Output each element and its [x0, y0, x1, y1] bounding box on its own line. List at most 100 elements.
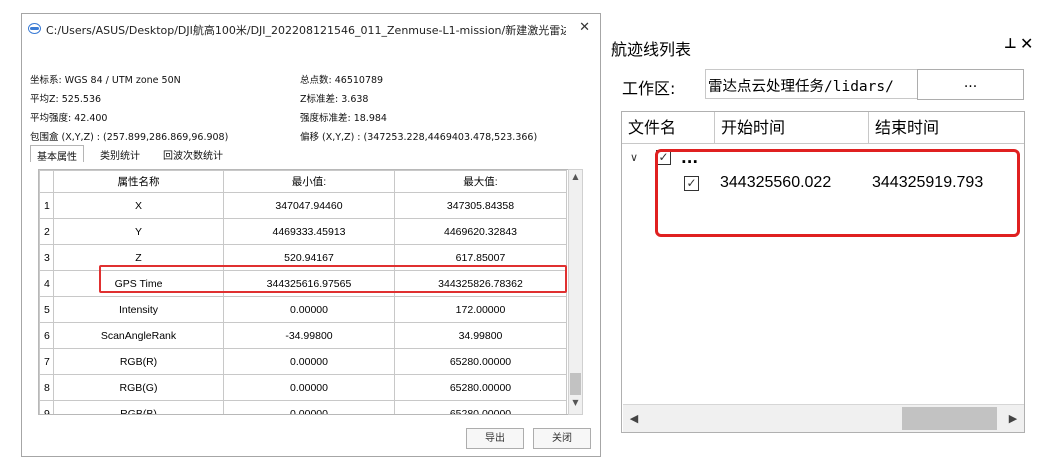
avg-intensity-info: 平均强度: 42.400 [30, 110, 107, 124]
tree-horizontal-scrollbar[interactable]: ◀ ▶ [623, 404, 1024, 432]
avg-z-info: 平均Z: 525.536 [30, 91, 101, 105]
total-points-label: 总点数: [300, 75, 332, 86]
tree-header: 文件名 开始时间 结束时间 [622, 112, 1024, 144]
row-index: 6 [39, 322, 54, 349]
attribute-name-cell: RGB(G) [53, 374, 224, 401]
point-cloud-info-dialog: C:/Users/ASUS/Desktop/DJI航高100米/DJI_2022… [21, 13, 601, 457]
tab-return-statistics[interactable]: 回波次数统计 [157, 145, 229, 162]
min-value-cell: 0.00000 [223, 348, 395, 375]
max-value-cell: 34.99800 [394, 322, 567, 349]
avg-intensity-label: 平均强度: [30, 113, 72, 124]
start-time-value: 344325560.022 [720, 174, 832, 191]
track-list-tree: 文件名 开始时间 结束时间 ∨ ✓ ... ✓ 344325560.022 34… [621, 111, 1025, 433]
attribute-name-cell: Intensity [53, 296, 224, 323]
max-value-cell: 4469620.32843 [394, 218, 567, 245]
table-row[interactable]: 2 Y 4469333.45913 4469620.32843 [39, 218, 567, 245]
crs-label: 坐标系: [30, 75, 62, 86]
attribute-name-cell: GPS Time [53, 270, 224, 297]
column-header-start-time[interactable]: 开始时间 [714, 112, 868, 143]
column-header-end-time[interactable]: 结束时间 [868, 112, 1024, 143]
table-row[interactable]: 5 Intensity 0.00000 172.00000 [39, 296, 567, 323]
scroll-thumb[interactable] [570, 373, 581, 395]
scroll-up-icon[interactable]: ▲ [569, 172, 582, 186]
bbox-value: (257.899,286.869,96.908) [103, 132, 229, 143]
browse-button[interactable]: ... [917, 69, 1024, 100]
offset-value: (347253.228,4469403.478,523.366) [363, 132, 538, 143]
offset-label: 偏移 (X,Y,Z) : [300, 132, 361, 143]
table-row[interactable]: 6 ScanAngleRank -34.99800 34.99800 [39, 322, 567, 349]
table-header-row: 属性名称 最小值: 最大值: [39, 170, 567, 193]
intensity-std-value: 18.984 [353, 113, 387, 124]
tab-basic-properties[interactable]: 基本属性 [30, 145, 84, 163]
intensity-std-info: 强度标准差: 18.984 [300, 110, 387, 124]
min-value-cell: -34.99800 [223, 322, 395, 349]
column-header-max[interactable]: 最大值: [394, 170, 567, 193]
avg-z-value: 525.536 [61, 94, 102, 105]
row-index: 7 [39, 348, 54, 375]
avg-z-label: 平均Z: [30, 94, 59, 105]
dialog-close-icon[interactable]: ✕ [579, 20, 590, 35]
crs-value: WGS 84 / UTM zone 50N [64, 75, 181, 86]
row-index: 4 [39, 270, 54, 297]
total-points-info: 总点数: 46510789 [300, 72, 383, 86]
export-button[interactable]: 导出 [466, 428, 524, 449]
table-row[interactable]: 9 RGB(B) 0.00000 65280.00000 [39, 400, 567, 414]
attribute-name-cell: X [53, 192, 224, 219]
app-icon [28, 23, 41, 34]
table-row[interactable]: 3 Z 520.94167 617.85007 [39, 244, 567, 271]
workspace-path-input[interactable]: 雷达点云处理任务/lidars/ [705, 69, 918, 99]
min-value-cell: 347047.94460 [223, 192, 395, 219]
parent-node-label[interactable]: ... [681, 149, 698, 167]
max-value-cell: 65280.00000 [394, 348, 567, 375]
pin-icon[interactable]: ⊥ [1004, 36, 1017, 52]
avg-intensity-value: 42.400 [74, 113, 108, 124]
max-value-cell: 344325826.78362 [394, 270, 567, 297]
max-value-cell: 172.00000 [394, 296, 567, 323]
z-std-value: 3.638 [341, 94, 369, 105]
column-header-min[interactable]: 最小值: [223, 170, 395, 193]
property-table: 属性名称 最小值: 最大值: 1 X 347047.94460 347305.8… [38, 169, 583, 415]
panel-close-icon[interactable]: ✕ [1020, 34, 1033, 53]
min-value-cell: 520.94167 [223, 244, 395, 271]
bbox-info: 包围盒 (X,Y,Z) : (257.899,286.869,96.908) [30, 129, 228, 143]
attribute-name-cell: ScanAngleRank [53, 322, 224, 349]
row-index: 9 [39, 400, 54, 414]
end-time-value: 344325919.793 [872, 174, 984, 191]
row-index: 8 [39, 374, 54, 401]
scroll-left-icon[interactable]: ◀ [628, 412, 640, 425]
intensity-std-label: 强度标准差: [300, 113, 351, 124]
z-std-info: Z标准差: 3.638 [300, 91, 368, 105]
panel-title: 航迹线列表 [611, 40, 692, 59]
column-header-filename[interactable]: 文件名 [622, 112, 714, 143]
chevron-down-icon[interactable]: ∨ [630, 151, 638, 164]
dialog-title: C:/Users/ASUS/Desktop/DJI航高100米/DJI_2022… [46, 24, 566, 37]
min-value-cell: 0.00000 [223, 400, 395, 414]
dialog-titlebar: C:/Users/ASUS/Desktop/DJI航高100米/DJI_2022… [22, 14, 600, 44]
scroll-right-icon[interactable]: ▶ [1007, 412, 1019, 425]
attribute-name-cell: RGB(R) [53, 348, 224, 375]
min-value-cell: 0.00000 [223, 374, 395, 401]
parent-checkbox[interactable]: ✓ [656, 150, 671, 165]
min-value-cell: 344325616.97565 [223, 270, 395, 297]
table-row[interactable]: 4 GPS Time 344325616.97565 344325826.783… [39, 270, 567, 297]
offset-info: 偏移 (X,Y,Z) : (347253.228,4469403.478,523… [300, 129, 537, 143]
column-header-name[interactable]: 属性名称 [53, 170, 224, 193]
crs-info: 坐标系: WGS 84 / UTM zone 50N [30, 72, 181, 86]
row-index: 1 [39, 192, 54, 219]
child-checkbox[interactable]: ✓ [684, 176, 699, 191]
table-row[interactable]: 8 RGB(G) 0.00000 65280.00000 [39, 374, 567, 401]
max-value-cell: 617.85007 [394, 244, 567, 271]
table-vertical-scrollbar[interactable]: ▲ ▼ [568, 169, 583, 415]
z-std-label: Z标准差: [300, 94, 339, 105]
attribute-name-cell: RGB(B) [53, 400, 224, 414]
bbox-label: 包围盒 (X,Y,Z) : [30, 132, 101, 143]
table-row[interactable]: 1 X 347047.94460 347305.84358 [39, 192, 567, 219]
max-value-cell: 65280.00000 [394, 400, 567, 414]
table-row[interactable]: 7 RGB(R) 0.00000 65280.00000 [39, 348, 567, 375]
max-value-cell: 65280.00000 [394, 374, 567, 401]
close-button[interactable]: 关闭 [533, 428, 591, 449]
scroll-down-icon[interactable]: ▼ [569, 398, 582, 412]
scroll-thumb[interactable] [902, 407, 997, 430]
total-points-value: 46510789 [334, 75, 384, 86]
tab-class-statistics[interactable]: 类别统计 [94, 145, 146, 162]
